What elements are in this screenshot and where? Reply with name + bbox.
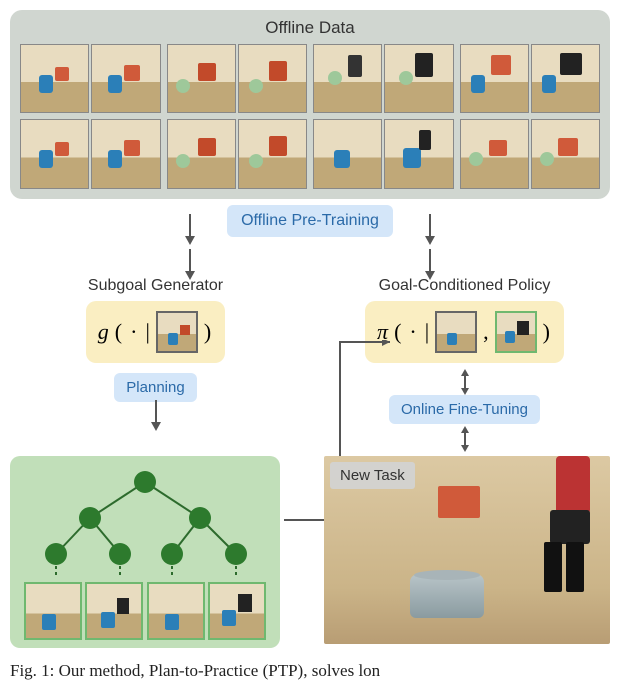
offline-thumbnail-grid bbox=[20, 44, 600, 189]
thumbnail bbox=[531, 44, 600, 113]
thumbnail bbox=[384, 119, 453, 188]
offline-data-title: Offline Data bbox=[20, 18, 600, 38]
subgoal-column: Subgoal Generator g ( · | ) Planning bbox=[10, 277, 301, 452]
thumb-pair bbox=[460, 44, 601, 113]
policy-function-box: π ( · | , ) bbox=[365, 301, 564, 363]
thumbnail bbox=[91, 44, 160, 113]
subgoal-thumbnail bbox=[147, 582, 205, 640]
offline-data-box: Offline Data bbox=[10, 10, 610, 199]
planning-label: Planning bbox=[114, 373, 196, 402]
tree-diagram-icon bbox=[22, 468, 268, 580]
thumbnail bbox=[531, 119, 600, 188]
subgoal-thumbnail bbox=[85, 582, 143, 640]
thumbnail bbox=[238, 119, 307, 188]
thumb-pair bbox=[20, 44, 161, 113]
bidirectional-arrow-icon bbox=[455, 426, 475, 452]
thumbnail bbox=[91, 119, 160, 188]
planning-tree-box bbox=[10, 456, 280, 648]
drawer-object-icon bbox=[438, 486, 480, 518]
can-object-icon bbox=[410, 574, 484, 618]
policy-title: Goal-Conditioned Policy bbox=[379, 277, 551, 295]
thumb-pair bbox=[167, 44, 308, 113]
subgoal-thumbnail bbox=[24, 582, 82, 640]
thumb-pair bbox=[167, 119, 308, 188]
thumbnail bbox=[167, 44, 236, 113]
new-task-image: New Task bbox=[324, 456, 610, 644]
thumb-pair bbox=[460, 119, 601, 188]
thumb-pair bbox=[20, 119, 161, 188]
figure-container: Offline Data bbox=[10, 10, 610, 682]
policy-column: Goal-Conditioned Policy π ( · | , ) Onli… bbox=[319, 277, 610, 452]
thumbnail bbox=[167, 119, 236, 188]
pretrain-label: Offline Pre-Training bbox=[227, 205, 393, 237]
subgoal-function-box: g ( · | ) bbox=[86, 301, 225, 363]
mid-row: Subgoal Generator g ( · | ) Planning Goa… bbox=[10, 277, 610, 452]
thumbnail bbox=[460, 44, 529, 113]
thumbnail bbox=[384, 44, 453, 113]
robot-arm-icon bbox=[506, 456, 596, 606]
thumbnail bbox=[20, 119, 89, 188]
g-symbol: g bbox=[98, 319, 109, 345]
state-thumbnail bbox=[435, 311, 477, 353]
bidirectional-arrow-icon bbox=[455, 369, 475, 395]
figure-caption: Fig. 1: Our method, Plan-to-Practice (PT… bbox=[10, 660, 610, 682]
pi-symbol: π bbox=[377, 319, 388, 345]
tree-leaf-row bbox=[20, 582, 270, 640]
goal-thumbnail bbox=[495, 311, 537, 353]
subgoal-title: Subgoal Generator bbox=[88, 277, 223, 295]
bottom-row: New Task bbox=[10, 456, 610, 648]
thumbnail bbox=[460, 119, 529, 188]
subgoal-thumbnail bbox=[208, 582, 266, 640]
finetune-label: Online Fine-Tuning bbox=[389, 395, 540, 424]
thumbnail bbox=[313, 44, 382, 113]
thumb-pair bbox=[313, 119, 454, 188]
thumbnail bbox=[313, 119, 382, 188]
new-task-label: New Task bbox=[330, 462, 415, 489]
state-thumbnail bbox=[156, 311, 198, 353]
thumb-pair bbox=[313, 44, 454, 113]
thumbnail bbox=[20, 44, 89, 113]
thumbnail bbox=[238, 44, 307, 113]
